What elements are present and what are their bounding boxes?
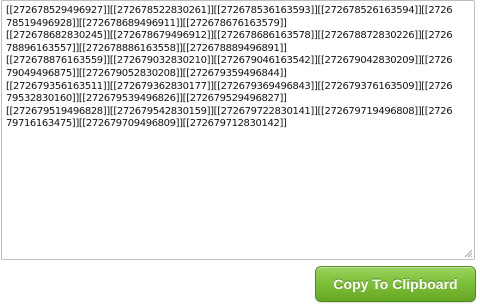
textarea-content: [[272678529496927]][[272678522830261]][[…: [6, 5, 468, 131]
textarea-line: 78896163557]][[272678886163558]][[272678…: [6, 42, 287, 54]
resize-grip-icon[interactable]: [463, 248, 473, 258]
textarea-line: 79716163475]][[272679709496809]][[272679…: [6, 118, 287, 130]
textarea-line: [[272679356163511]][[272679362830177]][[…: [6, 80, 453, 92]
textarea-line: 79532830160]][[272679539496826]][[272679…: [6, 93, 287, 105]
copy-to-clipboard-button[interactable]: Copy To Clipboard: [315, 266, 476, 302]
textarea-line: 78519496928]][[272678689496911]][[272678…: [6, 17, 287, 29]
textarea-line: [[272679519496828]][[272679542830159]][[…: [6, 105, 453, 117]
textarea-line: [[272678876163559]][[272679032830210]][[…: [6, 55, 453, 67]
textarea-line: 79049496875]][[272679052830208]][[272679…: [6, 67, 287, 79]
textarea-line: [[272678682830245]][[272678679496912]][[…: [6, 30, 453, 42]
textarea-line: [[272678529496927]][[272678522830261]][[…: [6, 5, 453, 16]
output-textarea[interactable]: [[272678529496927]][[272678522830261]][[…: [1, 0, 475, 260]
